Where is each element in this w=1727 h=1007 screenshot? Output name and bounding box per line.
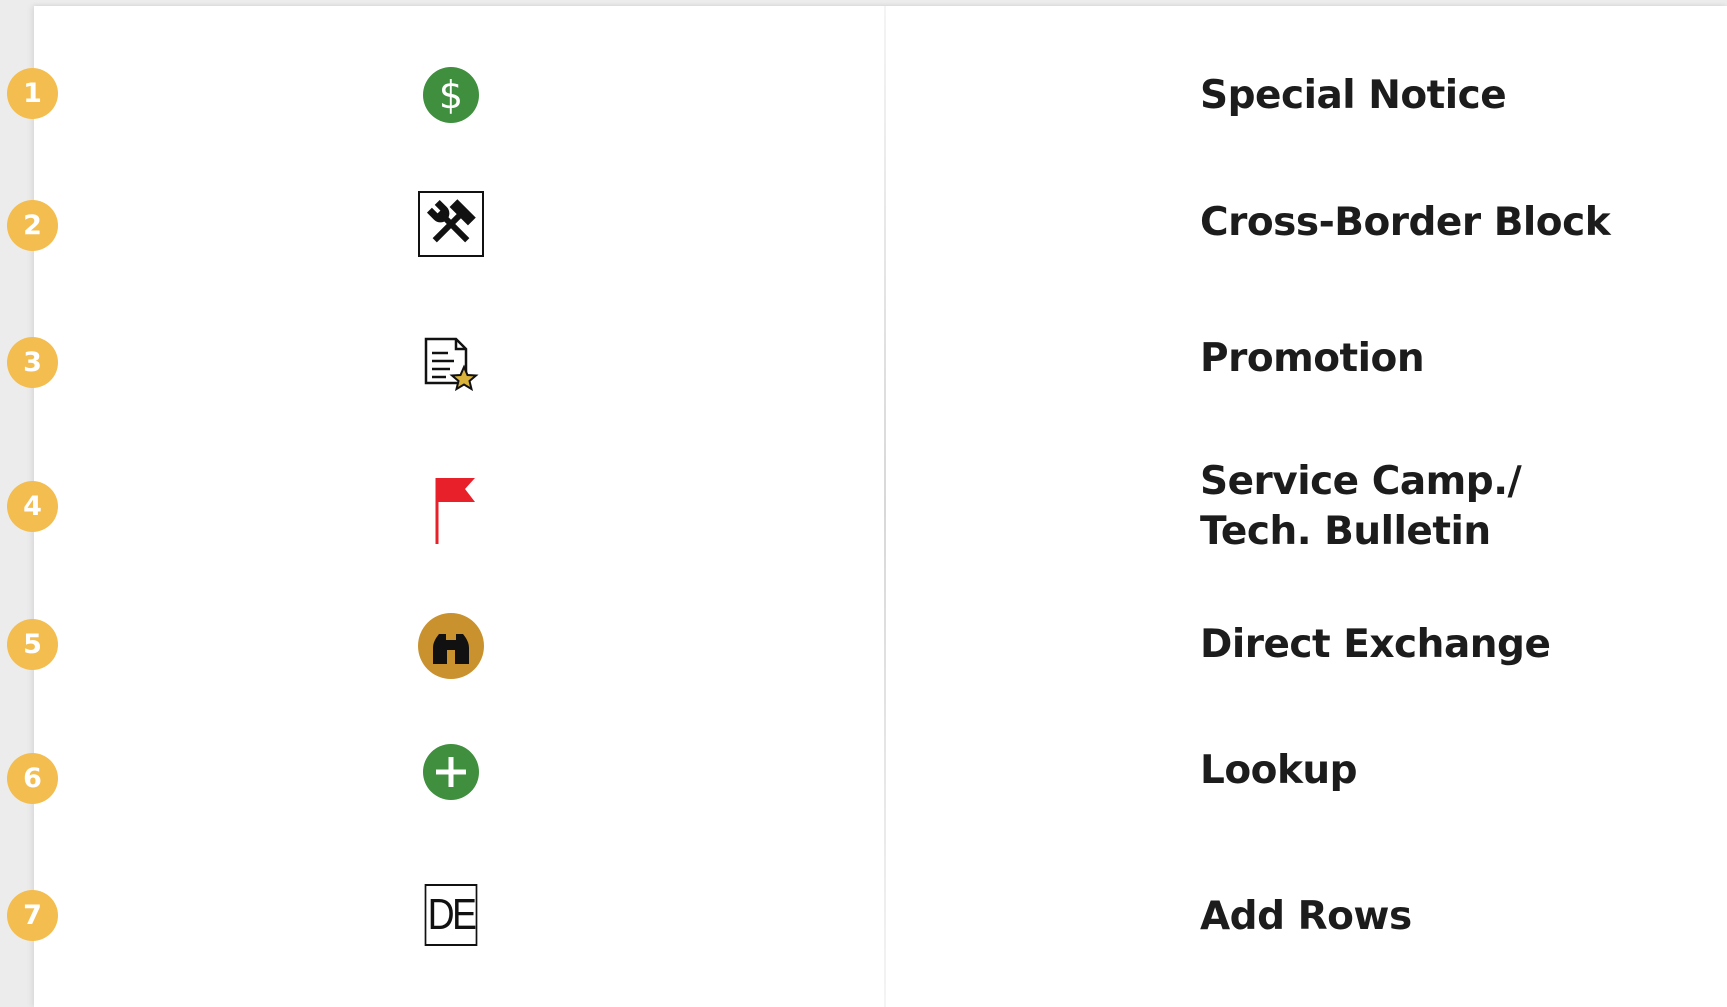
row-number-badge: 2 xyxy=(7,200,58,251)
de-box-icon: DE xyxy=(410,874,492,956)
dollar-circle-icon: $ xyxy=(410,54,492,136)
legend-label-multiline: Service Camp./ Tech. Bulletin xyxy=(1200,457,1522,557)
legend-label: Special Notice xyxy=(1200,73,1507,118)
row-number-badge: 5 xyxy=(7,619,58,670)
legend-label-line-2: Tech. Bulletin xyxy=(1200,509,1491,554)
legend-label-line-1: Service Camp./ xyxy=(1200,459,1522,504)
de-box-text: DE xyxy=(424,884,478,946)
tools-icon xyxy=(410,183,492,265)
document-star-icon xyxy=(410,323,492,405)
row-number-badge: 7 xyxy=(7,890,58,941)
legend-label: Cross-Border Block xyxy=(1200,200,1611,245)
legend-label: Lookup xyxy=(1200,748,1358,793)
row-number-badge: 4 xyxy=(7,481,58,532)
row-number-badge: 6 xyxy=(7,753,58,804)
legend-label: Promotion xyxy=(1200,336,1425,381)
legend-label: Add Rows xyxy=(1200,894,1412,939)
binoculars-icon xyxy=(410,605,492,687)
legend-label: Direct Exchange xyxy=(1200,622,1551,667)
row-number-badge: 3 xyxy=(7,337,58,388)
column-divider xyxy=(884,6,886,1007)
svg-text:$: $ xyxy=(439,73,463,117)
plus-circle-icon xyxy=(410,731,492,813)
red-flag-icon xyxy=(410,467,492,549)
row-number-badge: 1 xyxy=(7,68,58,119)
